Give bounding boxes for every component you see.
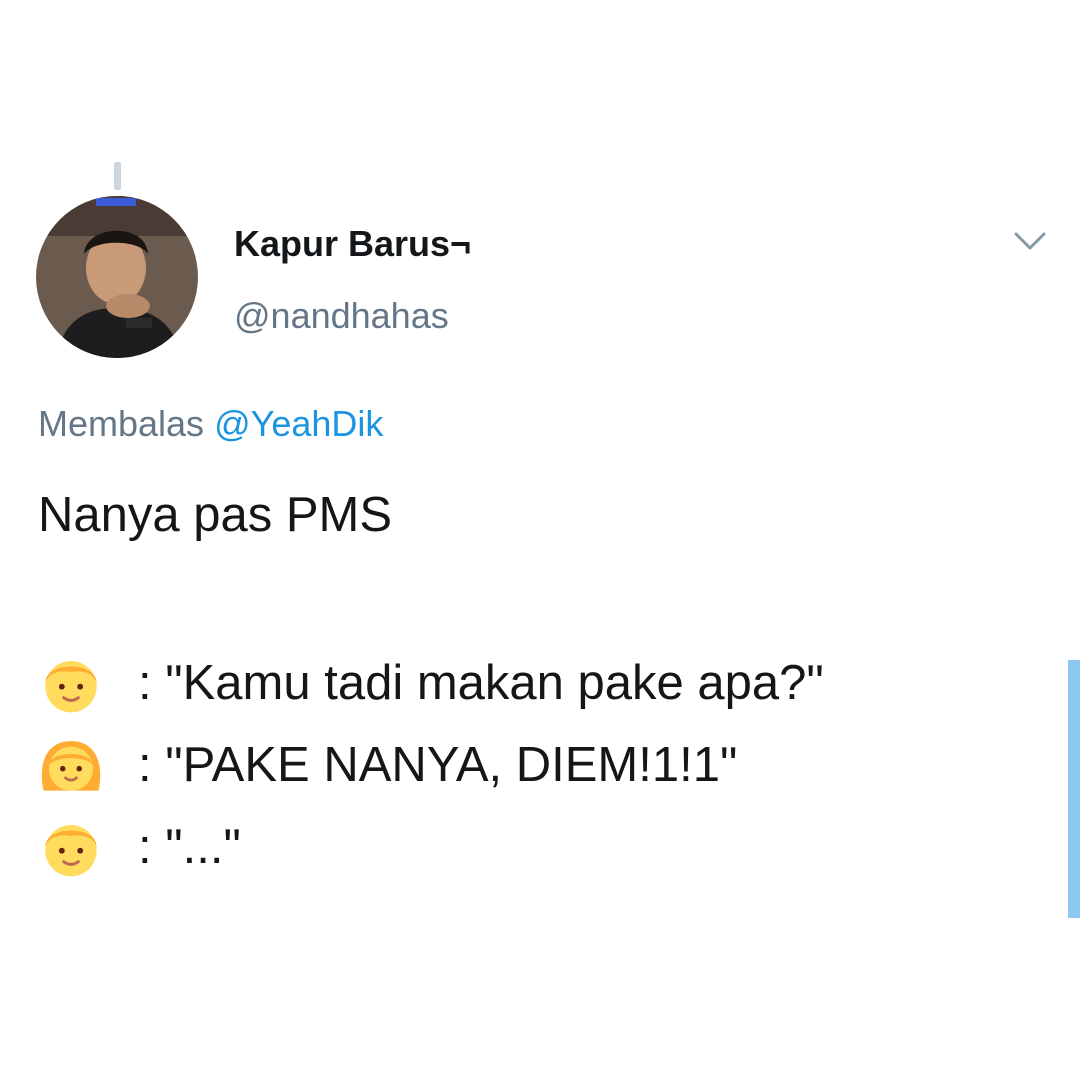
avatar[interactable] (36, 196, 198, 358)
dialog-line-text: : "Kamu tadi makan pake apa?" (138, 656, 824, 710)
reply-mention-link[interactable]: @YeahDik (214, 403, 383, 444)
author-display-name[interactable]: Kapur Barus¬ (234, 222, 471, 266)
girl-emoji-icon (41, 741, 101, 791)
dialog-line: : "..." (38, 806, 824, 888)
dialog-line: : "Kamu tadi makan pake apa?" (38, 642, 824, 724)
thread-connector-line (114, 162, 121, 190)
author-handle[interactable]: @nandhahas (234, 294, 449, 338)
tweet-dialog: : "Kamu tadi makan pake apa?" : "PAKE NA… (38, 642, 824, 888)
dialog-line-text: : "..." (138, 820, 241, 874)
boy-emoji-icon (45, 661, 97, 713)
avatar-photo-icon (36, 196, 198, 358)
scroll-indicator[interactable] (1068, 660, 1080, 918)
tweet-text-first-line: Nanya pas PMS (38, 488, 393, 542)
dialog-line: : "PAKE NANYA, DIEM!1!1" (38, 724, 824, 806)
chevron-down-icon (1014, 232, 1046, 250)
dialog-line-text: : "PAKE NANYA, DIEM!1!1" (138, 738, 738, 792)
reply-context: Membalas @YeahDik (38, 402, 383, 446)
reply-prefix: Membalas (38, 403, 205, 444)
tweet-menu-button[interactable] (1008, 222, 1052, 258)
boy-emoji-icon (45, 825, 97, 877)
